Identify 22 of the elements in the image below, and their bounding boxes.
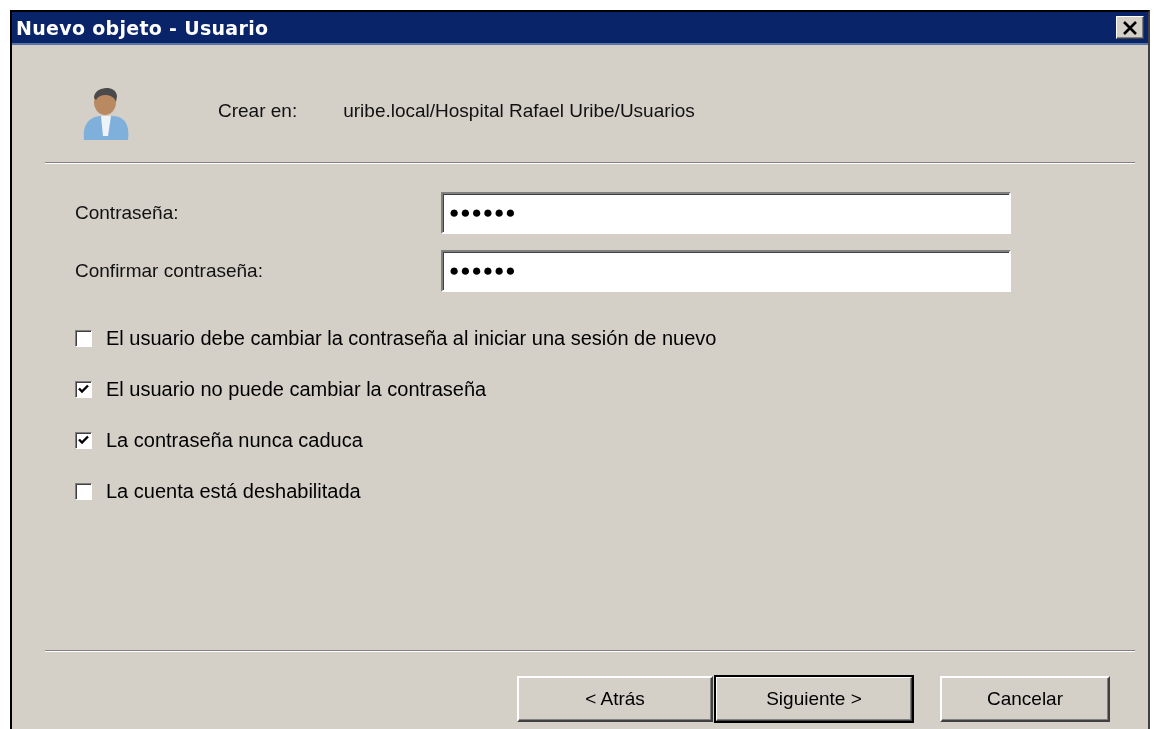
wizard-button[interactable]: Cancelar bbox=[940, 676, 1110, 722]
container-path: uribe.local/Hospital Rafael Uribe/Usuarios bbox=[343, 100, 695, 122]
option-label: La cuenta está deshabilitada bbox=[106, 479, 361, 503]
option-label: La contraseña nunca caduca bbox=[106, 428, 363, 452]
option-label: El usuario no puede cambiar la contraseña bbox=[106, 377, 487, 401]
field-label: Confirmar contraseña: bbox=[75, 260, 264, 282]
checkbox[interactable] bbox=[75, 431, 92, 449]
checkbox[interactable] bbox=[75, 380, 92, 398]
window-title: Nuevo objeto - Usuario bbox=[16, 16, 269, 39]
password-field[interactable]: ●●●●●● bbox=[441, 250, 1011, 292]
wizard-button[interactable]: Siguiente > bbox=[715, 676, 913, 722]
check-icon bbox=[78, 435, 89, 445]
checkbox[interactable] bbox=[75, 329, 92, 347]
field-label: Contraseña: bbox=[75, 202, 180, 224]
check-icon bbox=[78, 384, 89, 394]
wizard-button[interactable]: < Atrás bbox=[517, 676, 713, 722]
checkbox[interactable] bbox=[75, 482, 92, 500]
close-icon bbox=[1122, 20, 1138, 35]
option-label: El usuario debe cambiar la contraseña al iniciar una sesión de nuevo bbox=[106, 326, 717, 350]
password-field[interactable]: ●●●●●● bbox=[441, 192, 1011, 234]
close-button[interactable] bbox=[1116, 16, 1144, 39]
create-in-label: Crear en: bbox=[218, 100, 298, 122]
